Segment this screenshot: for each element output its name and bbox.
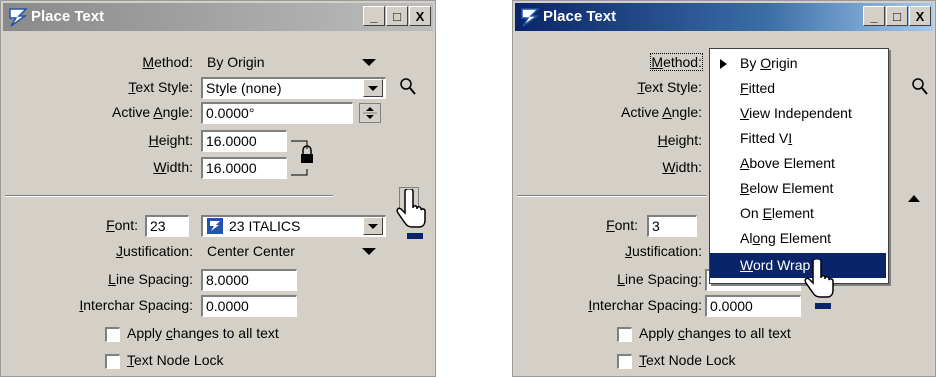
justification-label: Justification: (624, 243, 702, 259)
height-field[interactable]: 16.0000 (201, 130, 287, 152)
method-label: Method: (142, 54, 193, 70)
line-spacing-label: Line Spacing: (617, 271, 702, 287)
font-dropdown-button[interactable] (363, 217, 383, 235)
font-type-icon (207, 218, 223, 234)
maximize-button[interactable]: □ (886, 6, 908, 26)
collapse-arrow-icon[interactable] (907, 193, 921, 203)
dropdown-arrow-icon (362, 248, 376, 255)
title-bar[interactable]: Place Text _ □ X (3, 3, 433, 31)
minimize-button[interactable]: _ (863, 6, 885, 26)
text-node-lock-label[interactable]: Text Node Lock (127, 352, 224, 368)
width-label: Width: (153, 159, 193, 175)
hand-cursor-icon (396, 189, 426, 239)
width-label: Width: (662, 159, 702, 175)
menu-item-view-independent[interactable]: View Independent (710, 101, 886, 126)
font-number-field[interactable]: 3 (647, 215, 697, 237)
text-style-combo[interactable]: Style (none) (201, 77, 386, 99)
menu-item-on-element[interactable]: On Element (710, 201, 886, 226)
justification-label: Justification: (115, 243, 193, 259)
close-button[interactable]: X (409, 6, 431, 26)
apply-changes-label[interactable]: Apply changes to all text (639, 325, 791, 341)
menu-item-by-origin[interactable]: By Origin (710, 51, 886, 76)
title-bar[interactable]: Place Text _ □ X (515, 3, 933, 31)
maximize-button[interactable]: □ (386, 6, 408, 26)
method-option-button[interactable]: By Origin (201, 51, 386, 73)
active-angle-field[interactable]: 0.0000° (201, 102, 353, 124)
hand-cursor-icon (804, 259, 834, 309)
font-label: Font: (106, 217, 138, 233)
text-node-lock-checkbox[interactable] (617, 354, 632, 369)
menu-item-fitted[interactable]: Fitted (710, 76, 886, 101)
menu-item-fitted-vi[interactable]: Fitted VI (710, 126, 886, 151)
height-label: Height: (148, 132, 193, 148)
method-label: Method: (650, 53, 703, 71)
active-angle-label: Active Angle: (621, 104, 702, 120)
magnifier-icon[interactable] (911, 77, 929, 97)
menu-item-word-wrap[interactable]: Word Wrap (710, 253, 886, 278)
width-field[interactable]: 16.0000 (201, 157, 287, 179)
line-spacing-label: Line Spacing: (108, 271, 193, 287)
menu-item-below-element[interactable]: Below Element (710, 176, 886, 201)
active-angle-label: Active Angle: (112, 104, 193, 120)
method-popup-menu: By Origin Fitted View Independent Fitted… (709, 48, 889, 284)
window-title: Place Text (31, 8, 105, 25)
magnifier-icon[interactable] (399, 77, 417, 97)
font-number-field[interactable]: 23 (145, 215, 189, 237)
apply-changes-checkbox[interactable] (105, 327, 120, 342)
lock-icon[interactable] (291, 137, 317, 179)
interchar-spacing-field[interactable]: 0.0000 (705, 295, 801, 317)
separator (5, 195, 333, 197)
menu-item-along-element[interactable]: Along Element (710, 226, 886, 251)
microstation-icon (521, 8, 540, 27)
close-button[interactable]: X (909, 6, 931, 26)
text-style-label: Text Style: (128, 79, 193, 95)
angle-spinner[interactable] (359, 103, 381, 123)
interchar-spacing-label: Interchar Spacing: (588, 297, 702, 313)
current-selection-bullet-icon (720, 59, 727, 69)
justification-value: Center Center (207, 243, 295, 259)
window-title: Place Text (543, 8, 617, 25)
method-value: By Origin (207, 54, 265, 70)
place-text-dialog-left: Place Text _ □ X Method: By Origin Text St… (0, 0, 436, 377)
interchar-spacing-field[interactable]: 0.0000 (201, 295, 297, 317)
text-node-lock-checkbox[interactable] (105, 354, 120, 369)
minimize-button[interactable]: _ (363, 6, 385, 26)
apply-changes-checkbox[interactable] (617, 327, 632, 342)
spinner-arrows-icon (363, 107, 377, 119)
font-label: Font: (606, 217, 638, 233)
separator (517, 195, 707, 197)
text-node-lock-label[interactable]: Text Node Lock (639, 352, 736, 368)
microstation-icon (9, 8, 28, 27)
dropdown-arrow-icon (362, 59, 376, 66)
height-label: Height: (657, 132, 702, 148)
apply-changes-label[interactable]: Apply changes to all text (127, 325, 279, 341)
justification-option-button[interactable]: Center Center (201, 240, 386, 262)
text-style-label: Text Style: (637, 79, 702, 95)
text-style-dropdown-button[interactable] (363, 79, 383, 97)
line-spacing-field[interactable]: 8.0000 (201, 269, 297, 291)
menu-item-above-element[interactable]: Above Element (710, 151, 886, 176)
font-name-combo[interactable]: 23 ITALICS (201, 215, 386, 237)
place-text-dialog-right: Place Text _ □ X Method: Text Style: Activ… (512, 0, 936, 377)
interchar-spacing-label: Interchar Spacing: (79, 297, 193, 313)
